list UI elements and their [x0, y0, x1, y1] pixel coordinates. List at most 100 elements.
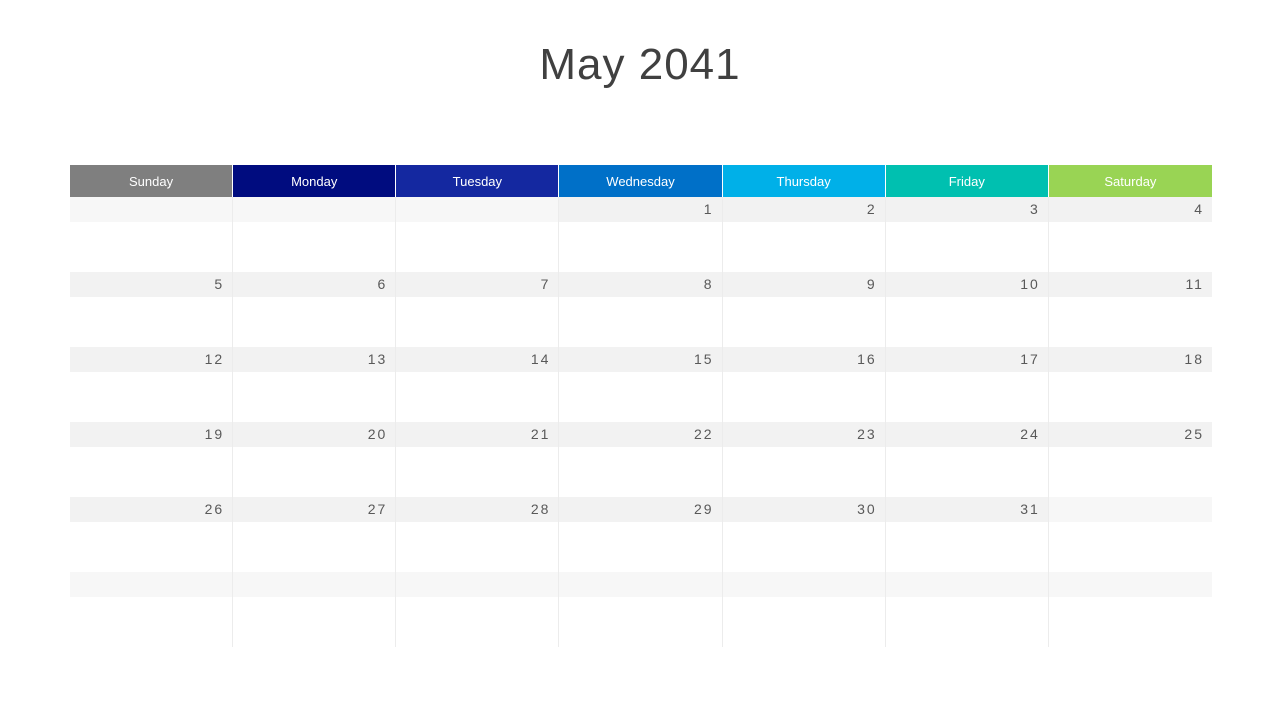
- day-cell[interactable]: 27: [233, 497, 397, 572]
- weekday-header-sunday: Sunday: [70, 165, 234, 197]
- day-number: 24: [885, 422, 1048, 447]
- day-cell[interactable]: 24: [885, 422, 1049, 497]
- day-number: 11: [1048, 272, 1212, 297]
- day-number: [70, 197, 233, 222]
- day-number: 15: [559, 347, 722, 372]
- day-cell[interactable]: 3: [885, 197, 1049, 272]
- day-cell[interactable]: [722, 572, 886, 647]
- day-number: 12: [70, 347, 233, 372]
- week-row-3: 12 13 14 15 16 17 18: [70, 347, 1212, 422]
- day-number: [559, 572, 722, 597]
- day-number: 16: [722, 347, 885, 372]
- day-number: 2: [722, 197, 885, 222]
- day-number: [1048, 497, 1212, 522]
- week-row-6: [70, 572, 1212, 647]
- day-cell[interactable]: 8: [559, 272, 723, 347]
- day-number: [722, 572, 885, 597]
- day-cell[interactable]: [396, 197, 560, 272]
- day-cell[interactable]: [559, 572, 723, 647]
- day-number: [396, 572, 559, 597]
- day-cell[interactable]: 2: [722, 197, 886, 272]
- day-cell[interactable]: [1048, 497, 1212, 572]
- day-number: 31: [885, 497, 1048, 522]
- day-cell[interactable]: [233, 197, 397, 272]
- day-cell[interactable]: 9: [722, 272, 886, 347]
- day-cell[interactable]: [233, 572, 397, 647]
- day-number: 23: [722, 422, 885, 447]
- day-cell[interactable]: 4: [1048, 197, 1212, 272]
- day-cell[interactable]: 26: [70, 497, 234, 572]
- day-cell[interactable]: 15: [559, 347, 723, 422]
- day-number: 5: [70, 272, 233, 297]
- day-number: 27: [233, 497, 396, 522]
- day-cell[interactable]: 30: [722, 497, 886, 572]
- day-number: 29: [559, 497, 722, 522]
- day-number: [396, 197, 559, 222]
- day-cell[interactable]: 17: [885, 347, 1049, 422]
- day-number: 30: [722, 497, 885, 522]
- day-cell[interactable]: [70, 572, 234, 647]
- day-cell[interactable]: 7: [396, 272, 560, 347]
- day-number: 20: [233, 422, 396, 447]
- day-cell[interactable]: 31: [885, 497, 1049, 572]
- day-cell[interactable]: 18: [1048, 347, 1212, 422]
- day-number: [1048, 572, 1212, 597]
- weekday-header-thursday: Thursday: [722, 165, 886, 197]
- calendar-slide: May 2041 Sunday Monday Tuesday Wednesday…: [0, 0, 1280, 720]
- day-cell[interactable]: 6: [233, 272, 397, 347]
- day-cell[interactable]: 23: [722, 422, 886, 497]
- week-row-4: 19 20 21 22 23 24 25: [70, 422, 1212, 497]
- day-cell[interactable]: 12: [70, 347, 234, 422]
- day-number: [70, 572, 233, 597]
- day-cell[interactable]: 16: [722, 347, 886, 422]
- day-number: [233, 572, 396, 597]
- day-number: 4: [1048, 197, 1212, 222]
- day-cell[interactable]: 20: [233, 422, 397, 497]
- day-number: 18: [1048, 347, 1212, 372]
- day-number: 14: [396, 347, 559, 372]
- day-cell[interactable]: 10: [885, 272, 1049, 347]
- week-row-5: 26 27 28 29 30 31: [70, 497, 1212, 572]
- day-number: 26: [70, 497, 233, 522]
- day-cell[interactable]: 29: [559, 497, 723, 572]
- day-cell[interactable]: 13: [233, 347, 397, 422]
- day-number: 21: [396, 422, 559, 447]
- day-cell[interactable]: 19: [70, 422, 234, 497]
- day-number: 28: [396, 497, 559, 522]
- day-cell[interactable]: 5: [70, 272, 234, 347]
- calendar-grid: Sunday Monday Tuesday Wednesday Thursday…: [70, 165, 1212, 647]
- day-cell[interactable]: 22: [559, 422, 723, 497]
- page-title: May 2041: [539, 40, 741, 89]
- day-number: 6: [233, 272, 396, 297]
- weekday-header-friday: Friday: [885, 165, 1049, 197]
- day-number: 13: [233, 347, 396, 372]
- day-number: [233, 197, 396, 222]
- day-number: 19: [70, 422, 233, 447]
- day-cell[interactable]: [396, 572, 560, 647]
- day-number: 7: [396, 272, 559, 297]
- day-cell[interactable]: 21: [396, 422, 560, 497]
- day-cell[interactable]: 11: [1048, 272, 1212, 347]
- day-number: 25: [1048, 422, 1212, 447]
- day-cell[interactable]: [70, 197, 234, 272]
- weekday-header-row: Sunday Monday Tuesday Wednesday Thursday…: [70, 165, 1212, 197]
- weekday-header-monday: Monday: [233, 165, 397, 197]
- day-number: 3: [885, 197, 1048, 222]
- day-number: 17: [885, 347, 1048, 372]
- day-cell[interactable]: [885, 572, 1049, 647]
- week-row-1: 1 2 3 4: [70, 197, 1212, 272]
- day-cell[interactable]: 14: [396, 347, 560, 422]
- day-number: 1: [559, 197, 722, 222]
- day-number: 8: [559, 272, 722, 297]
- weekday-header-tuesday: Tuesday: [396, 165, 560, 197]
- day-cell[interactable]: [1048, 572, 1212, 647]
- day-cell[interactable]: 1: [559, 197, 723, 272]
- weekday-header-saturday: Saturday: [1048, 165, 1212, 197]
- weekday-header-wednesday: Wednesday: [559, 165, 723, 197]
- day-number: 10: [885, 272, 1048, 297]
- day-number: 22: [559, 422, 722, 447]
- day-cell[interactable]: 25: [1048, 422, 1212, 497]
- day-number: 9: [722, 272, 885, 297]
- day-number: [885, 572, 1048, 597]
- day-cell[interactable]: 28: [396, 497, 560, 572]
